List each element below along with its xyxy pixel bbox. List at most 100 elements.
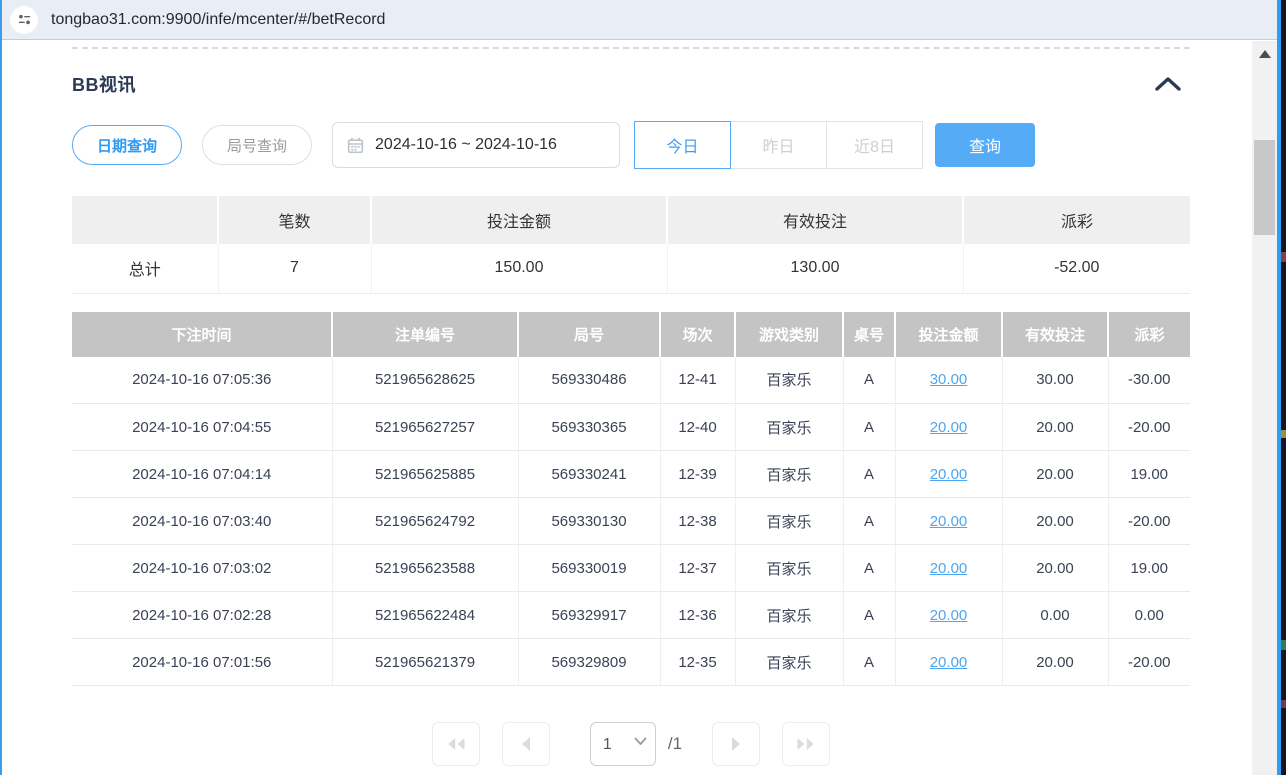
bet-amount-link[interactable]: 20.00 bbox=[930, 466, 968, 483]
cell-session: 12-40 bbox=[660, 404, 735, 451]
cell-time: 2024-10-16 07:03:02 bbox=[72, 545, 332, 592]
arrow-right-icon bbox=[728, 735, 744, 753]
cell-valid: 20.00 bbox=[1002, 639, 1108, 686]
collapse-section-button[interactable] bbox=[1154, 76, 1190, 92]
tab-date-query[interactable]: 日期查询 bbox=[72, 125, 182, 165]
cell-game: 百家乐 bbox=[735, 592, 843, 639]
summary-header-row: 笔数 投注金额 有效投注 派彩 bbox=[72, 196, 1190, 244]
cell-table-no: A bbox=[843, 545, 895, 592]
cell-bet-id: 521965622484 bbox=[332, 592, 518, 639]
filter-toolbar: 日期查询 局号查询 2024-10-16 ~ 2024-10-16 bbox=[72, 121, 1190, 169]
cell-game: 百家乐 bbox=[735, 498, 843, 545]
cell-table-no: A bbox=[843, 498, 895, 545]
cell-payout: 19.00 bbox=[1108, 545, 1190, 592]
cell-bet-id: 521965623588 bbox=[332, 545, 518, 592]
bet-amount-link[interactable]: 20.00 bbox=[930, 607, 968, 624]
cell-payout: 0.00 bbox=[1108, 592, 1190, 639]
quick-button-yesterday[interactable]: 昨日 bbox=[730, 121, 827, 169]
background-speck bbox=[1281, 430, 1286, 438]
panel-title: BB视讯 bbox=[72, 71, 136, 97]
bet-amount-link[interactable]: 30.00 bbox=[930, 371, 968, 388]
cell-round: 569330019 bbox=[518, 545, 660, 592]
browser-window: tongbao31.com:9900/infe/mcenter/#/betRec… bbox=[0, 0, 1286, 775]
scrollbar-up-arrow-icon[interactable] bbox=[1259, 50, 1271, 58]
table-row: 2024-10-16 07:04:14521965625885569330241… bbox=[72, 451, 1190, 498]
first-page-button[interactable] bbox=[432, 722, 480, 766]
cell-round: 569329917 bbox=[518, 592, 660, 639]
cell-table-no: A bbox=[843, 592, 895, 639]
previous-page-button[interactable] bbox=[502, 722, 550, 766]
cell-bet-id: 521965624792 bbox=[332, 498, 518, 545]
browser-address-bar[interactable]: tongbao31.com:9900/infe/mcenter/#/betRec… bbox=[0, 0, 1281, 40]
date-range-input[interactable]: 2024-10-16 ~ 2024-10-16 bbox=[332, 122, 620, 168]
window-edge-left bbox=[0, 0, 2, 775]
summary-header-count: 笔数 bbox=[218, 196, 371, 244]
bet-record-panel: BB视讯 日期查询 局号查询 bbox=[72, 47, 1190, 766]
cell-valid: 0.00 bbox=[1002, 592, 1108, 639]
cell-payout: -20.00 bbox=[1108, 404, 1190, 451]
page-scrollbar[interactable] bbox=[1252, 41, 1277, 775]
summary-header-bet-amount: 投注金额 bbox=[371, 196, 667, 244]
cell-time: 2024-10-16 07:05:36 bbox=[72, 357, 332, 404]
cell-round: 569330486 bbox=[518, 357, 660, 404]
summary-total-bet-amount: 150.00 bbox=[371, 244, 667, 293]
background-speck bbox=[1281, 640, 1286, 650]
cell-bet: 20.00 bbox=[895, 451, 1002, 498]
cell-bet-id: 521965628625 bbox=[332, 357, 518, 404]
summary-header-valid-bet: 有效投注 bbox=[667, 196, 963, 244]
tab-round-query[interactable]: 局号查询 bbox=[202, 125, 312, 165]
cell-payout: 19.00 bbox=[1108, 451, 1190, 498]
background-page-strip bbox=[1281, 0, 1286, 775]
window-edge-right bbox=[1277, 0, 1281, 775]
cell-game: 百家乐 bbox=[735, 639, 843, 686]
header-round-number: 局号 bbox=[518, 312, 660, 357]
next-page-button[interactable] bbox=[712, 722, 760, 766]
cell-table-no: A bbox=[843, 357, 895, 404]
quick-button-last8days[interactable]: 近8日 bbox=[826, 121, 923, 169]
bet-table-body: 2024-10-16 07:05:36521965628625569330486… bbox=[72, 357, 1190, 686]
url-text[interactable]: tongbao31.com:9900/infe/mcenter/#/betRec… bbox=[51, 11, 385, 29]
cell-game: 百家乐 bbox=[735, 404, 843, 451]
cell-bet: 30.00 bbox=[895, 357, 1002, 404]
header-bet-amount: 投注金额 bbox=[895, 312, 1002, 357]
calendar-icon bbox=[347, 137, 364, 154]
cell-time: 2024-10-16 07:04:14 bbox=[72, 451, 332, 498]
cell-table-no: A bbox=[843, 451, 895, 498]
chevron-up-icon bbox=[1154, 76, 1182, 92]
page-select-wrap: 1 bbox=[590, 722, 656, 766]
site-settings-icon[interactable] bbox=[10, 6, 38, 34]
cell-round: 569330241 bbox=[518, 451, 660, 498]
cell-game: 百家乐 bbox=[735, 451, 843, 498]
header-bet-time: 下注时间 bbox=[72, 312, 332, 357]
panel-dashed-divider bbox=[72, 47, 1190, 49]
bet-amount-link[interactable]: 20.00 bbox=[930, 654, 968, 671]
cell-time: 2024-10-16 07:04:55 bbox=[72, 404, 332, 451]
search-button[interactable]: 查询 bbox=[935, 123, 1035, 167]
cell-bet: 20.00 bbox=[895, 592, 1002, 639]
cell-table-no: A bbox=[843, 639, 895, 686]
summary-header-payout: 派彩 bbox=[963, 196, 1190, 244]
header-bet-id: 注单编号 bbox=[332, 312, 518, 357]
cell-round: 569329809 bbox=[518, 639, 660, 686]
page-content: BB视讯 日期查询 局号查询 bbox=[2, 41, 1252, 775]
cell-payout: -20.00 bbox=[1108, 639, 1190, 686]
bet-amount-link[interactable]: 20.00 bbox=[930, 560, 968, 577]
cell-time: 2024-10-16 07:02:28 bbox=[72, 592, 332, 639]
cell-game: 百家乐 bbox=[735, 357, 843, 404]
cell-valid: 20.00 bbox=[1002, 498, 1108, 545]
header-game-type: 游戏类别 bbox=[735, 312, 843, 357]
bet-amount-link[interactable]: 20.00 bbox=[930, 419, 968, 436]
quick-date-button-group: 今日 昨日 近8日 bbox=[634, 121, 923, 169]
quick-button-today[interactable]: 今日 bbox=[634, 121, 731, 169]
bet-amount-link[interactable]: 20.00 bbox=[930, 513, 968, 530]
table-row: 2024-10-16 07:03:40521965624792569330130… bbox=[72, 498, 1190, 545]
last-page-button[interactable] bbox=[782, 722, 830, 766]
cell-bet: 20.00 bbox=[895, 545, 1002, 592]
double-arrow-right-icon bbox=[795, 735, 817, 753]
cell-bet-id: 521965625885 bbox=[332, 451, 518, 498]
double-arrow-left-icon bbox=[445, 735, 467, 753]
cell-round: 569330130 bbox=[518, 498, 660, 545]
page-select[interactable]: 1 bbox=[590, 722, 656, 766]
scrollbar-thumb[interactable] bbox=[1254, 140, 1275, 235]
background-speck bbox=[1281, 700, 1286, 708]
